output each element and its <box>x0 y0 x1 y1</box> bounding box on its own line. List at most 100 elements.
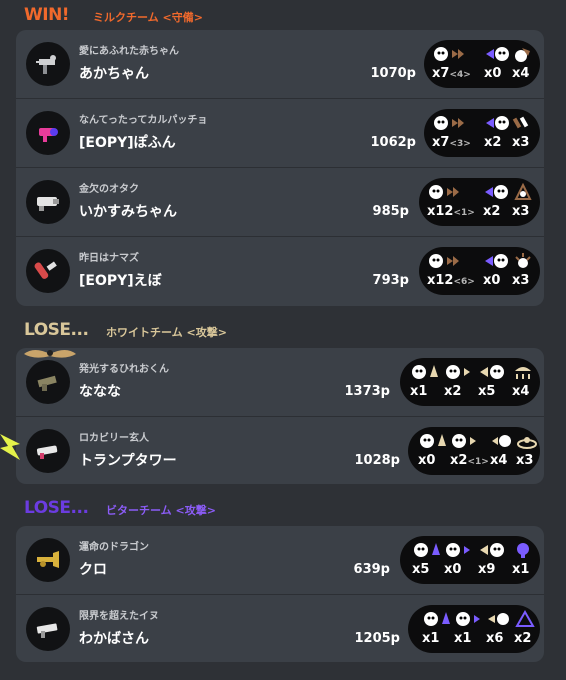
death-icon <box>488 613 509 625</box>
splat-icon <box>414 543 440 557</box>
player-name: ななな <box>79 384 121 400</box>
player-points: 1373p <box>344 384 391 399</box>
player-title: なんてったってカルパッチョ <box>79 115 208 126</box>
specials-value: x2<1> <box>450 453 489 468</box>
special-weapon-icon <box>515 253 531 268</box>
trumpet-icon <box>26 538 70 582</box>
player-points: 1070p <box>370 66 417 81</box>
specials-value: x1 <box>454 631 472 646</box>
splat-icon <box>424 612 450 626</box>
player-title: 金欠のオタク <box>79 184 139 195</box>
player-row[interactable]: なんてったってカルパッチョ [EOPY]ぽふん 1062p x7<3> x2 x… <box>16 99 544 167</box>
death-icon <box>480 365 504 379</box>
player-row[interactable]: 金欠のオタク いかすみちゃん 985p x12<1> x2 x3 <box>16 168 544 236</box>
stats-panel: x0 x2<1> x4 x3 <box>408 427 540 475</box>
team-panel-white: 発光するひれおくん ななな 1373p x1 x2 x5 x4 ロカビリー玄人 … <box>16 348 544 484</box>
player-title: ロカビリー玄人 <box>79 433 149 444</box>
player-points: 1062p <box>370 135 417 150</box>
splat-icon <box>456 612 480 626</box>
player-row[interactable]: 運命のドラゴン クロ 639p x5 x0 x9 x1 <box>16 526 544 594</box>
player-points: 793p <box>372 273 409 288</box>
special-weapon-icon <box>515 48 530 62</box>
team-header-milk: WIN! ミルクチーム <守備> <box>0 5 566 29</box>
player-row[interactable]: 昨日はナマズ [EOPY]えぼ 793p x12<6> x0 x3 <box>16 237 544 305</box>
blaster-icon <box>26 111 70 155</box>
splat-icon <box>452 434 476 448</box>
player-row[interactable]: 愛にあふれた赤ちゃん あかちゃん 1070p x7<4> x0 x4 <box>16 30 544 98</box>
splat-icon <box>446 543 470 557</box>
player-name: あかちゃん <box>79 66 149 82</box>
stats-panel: x7<4> x0 x4 <box>424 40 540 88</box>
specials-value: x0 <box>444 562 462 577</box>
deaths-value: x3 <box>512 273 530 288</box>
player-title: 運命のドラゴン <box>79 542 149 553</box>
death-icon <box>485 254 508 268</box>
stats-panel: x12<6> x0 x3 <box>419 247 540 295</box>
splatling-icon <box>26 42 70 86</box>
player-name: わかばさん <box>79 631 149 647</box>
player-row[interactable]: 発光するひれおくん ななな 1373p x1 x2 x5 x4 <box>16 348 544 416</box>
player-name: いかすみちゃん <box>79 204 177 220</box>
death-icon <box>480 543 504 557</box>
player-row[interactable]: 限界を超えたイヌ わかばさん 1205p x1 x1 x6 x2 <box>16 595 544 663</box>
splat-icon <box>420 434 446 448</box>
player-title: 昨日はナマズ <box>79 253 139 264</box>
player-name: [EOPY]えぼ <box>79 273 162 289</box>
splat-icon <box>434 116 464 130</box>
deaths-value: x4 <box>490 453 508 468</box>
shooter-icon <box>26 360 70 404</box>
stats-panel: x1 x1 x6 x2 <box>408 605 540 653</box>
player-row[interactable]: ロカビリー玄人 トランプタワー 1028p x0 x2<1> x4 x3 <box>16 417 544 485</box>
player-title: 限界を超えたイヌ <box>79 611 159 622</box>
death-icon <box>486 116 509 130</box>
result-label: LOSE... <box>24 498 89 518</box>
death-icon <box>485 185 508 199</box>
deaths-value: x3 <box>512 204 530 219</box>
extra-value: x4 <box>512 384 530 399</box>
specials-value: x0 <box>483 273 501 288</box>
kills-value: x12<6> <box>427 273 475 288</box>
kills-value: x0 <box>418 453 436 468</box>
specials-value: x2 <box>444 384 462 399</box>
player-name: [EOPY]ぽふん <box>79 135 176 151</box>
special-weapon-icon <box>514 183 532 200</box>
deaths-value: x5 <box>478 384 496 399</box>
deaths-value: x6 <box>486 631 504 646</box>
extra-value: x2 <box>514 631 532 646</box>
team-header-bitter: LOSE... ビターチーム <攻撃> <box>0 498 566 522</box>
team-panel-milk: 愛にあふれた赤ちゃん あかちゃん 1070p x7<4> x0 x4 なんてった… <box>16 30 544 306</box>
player-name: クロ <box>79 562 107 578</box>
team-name: ミルクチーム <守備> <box>93 11 203 24</box>
team-name: ホワイトチーム <攻撃> <box>106 326 227 339</box>
death-icon <box>492 435 511 447</box>
splat-icon <box>429 185 459 199</box>
specials-value: x2 <box>483 204 501 219</box>
extra-value: x3 <box>516 453 534 468</box>
team-panel-bitter: 運命のドラゴン クロ 639p x5 x0 x9 x1 限界を超えたイヌ わかば… <box>16 526 544 662</box>
splat-icon <box>429 254 459 268</box>
player-points: 1028p <box>354 453 401 468</box>
kills-value: x1 <box>410 384 428 399</box>
stats-panel: x7<3> x2 x3 <box>424 109 540 157</box>
player-title: 愛にあふれた赤ちゃん <box>79 46 179 57</box>
special-weapon-icon <box>512 116 529 129</box>
specials-value: x0 <box>484 66 502 81</box>
extra-value: x1 <box>512 562 530 577</box>
special-weapon-icon <box>517 437 537 449</box>
stats-panel: x12<1> x2 x3 <box>419 178 540 226</box>
result-label: LOSE... <box>24 320 89 340</box>
roller-icon <box>26 180 70 224</box>
player-name: トランプタワー <box>79 453 177 469</box>
special-weapon-icon <box>515 610 535 627</box>
player-points: 1205p <box>354 631 401 646</box>
team-header-white: LOSE... ホワイトチーム <攻撃> <box>0 320 566 344</box>
player-points: 985p <box>372 204 409 219</box>
kills-value: x1 <box>422 631 440 646</box>
charger-icon <box>26 429 70 473</box>
death-icon <box>486 47 509 61</box>
brush-icon <box>26 249 70 293</box>
kills-value: x7<3> <box>432 135 471 150</box>
self-indicator-icon <box>0 430 22 466</box>
deaths-value: x9 <box>478 562 496 577</box>
kills-value: x12<1> <box>427 204 475 219</box>
